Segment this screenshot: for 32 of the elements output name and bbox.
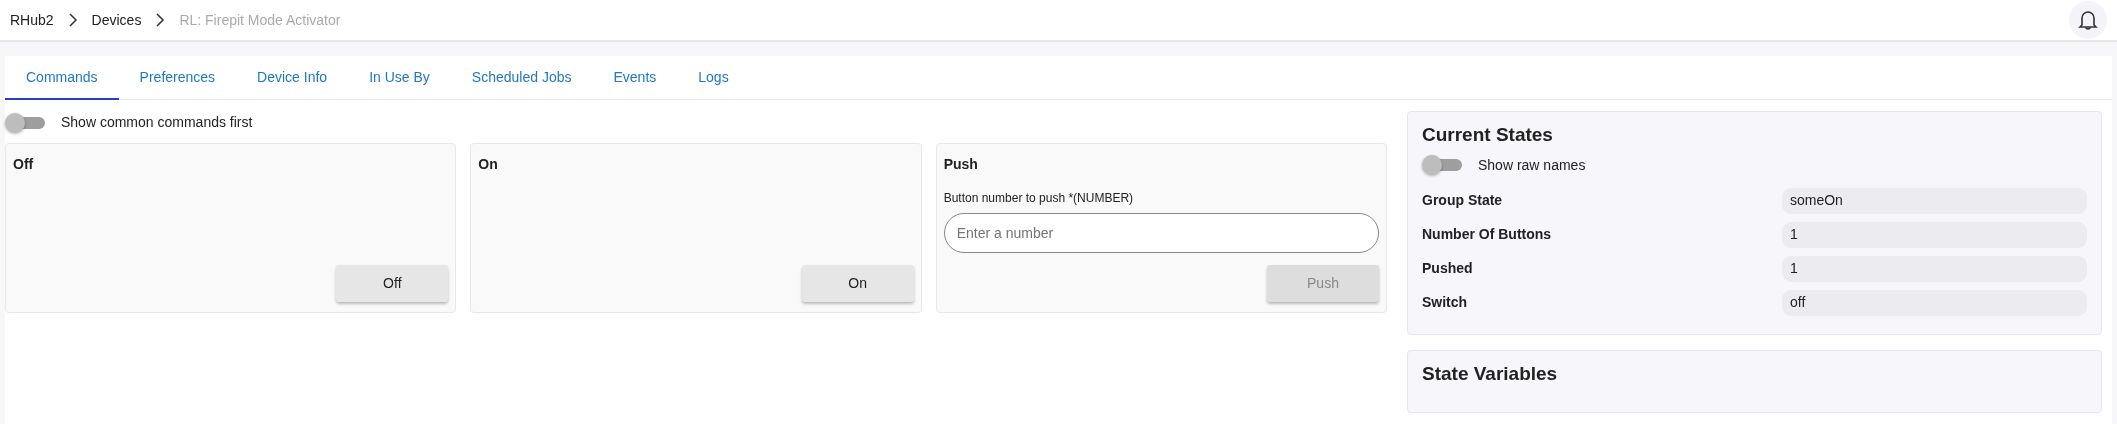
state-value: someOn — [1782, 187, 2087, 214]
command-title: On — [478, 155, 499, 174]
command-button[interactable]: On — [801, 265, 914, 302]
command-title: Off — [13, 155, 35, 174]
breadcrumb-link[interactable]: Devices — [91, 9, 142, 31]
tab[interactable]: Device Info — [236, 56, 349, 100]
tab[interactable]: In Use By — [348, 56, 451, 100]
tab[interactable]: Scheduled Jobs — [450, 56, 593, 100]
tab[interactable]: Preferences — [118, 56, 237, 100]
state-name: Number Of Buttons — [1422, 225, 1553, 245]
state-name: Group State — [1422, 191, 1504, 211]
state-value: 1 — [1782, 221, 2087, 248]
state-name: Switch — [1422, 293, 1469, 313]
state-name: Pushed — [1422, 259, 1474, 279]
chevron-icon — [155, 13, 166, 27]
panel-title: State Variables — [1422, 362, 1559, 386]
parameter-label: Button number to push *(NUMBER) — [943, 190, 1135, 207]
toggle-switch[interactable] — [1422, 156, 1462, 175]
command-title: Push — [943, 155, 979, 174]
chevron-icon — [67, 13, 78, 27]
tab[interactable]: Logs — [677, 56, 750, 100]
toggle-label: Show raw names — [1478, 155, 1586, 175]
state-value: off — [1782, 289, 2087, 316]
toggle-label: Show common commands first — [61, 113, 253, 132]
tab[interactable]: Events — [592, 56, 678, 100]
toggle-switch[interactable] — [5, 113, 45, 132]
state-value: 1 — [1782, 255, 2087, 282]
notifications-button[interactable] — [2069, 1, 2107, 39]
command-button[interactable]: Off — [336, 265, 449, 302]
panel-title: Current States — [1422, 124, 1554, 147]
bell-icon — [2077, 9, 2099, 31]
breadcrumb-link[interactable]: RHub2 — [10, 9, 54, 31]
